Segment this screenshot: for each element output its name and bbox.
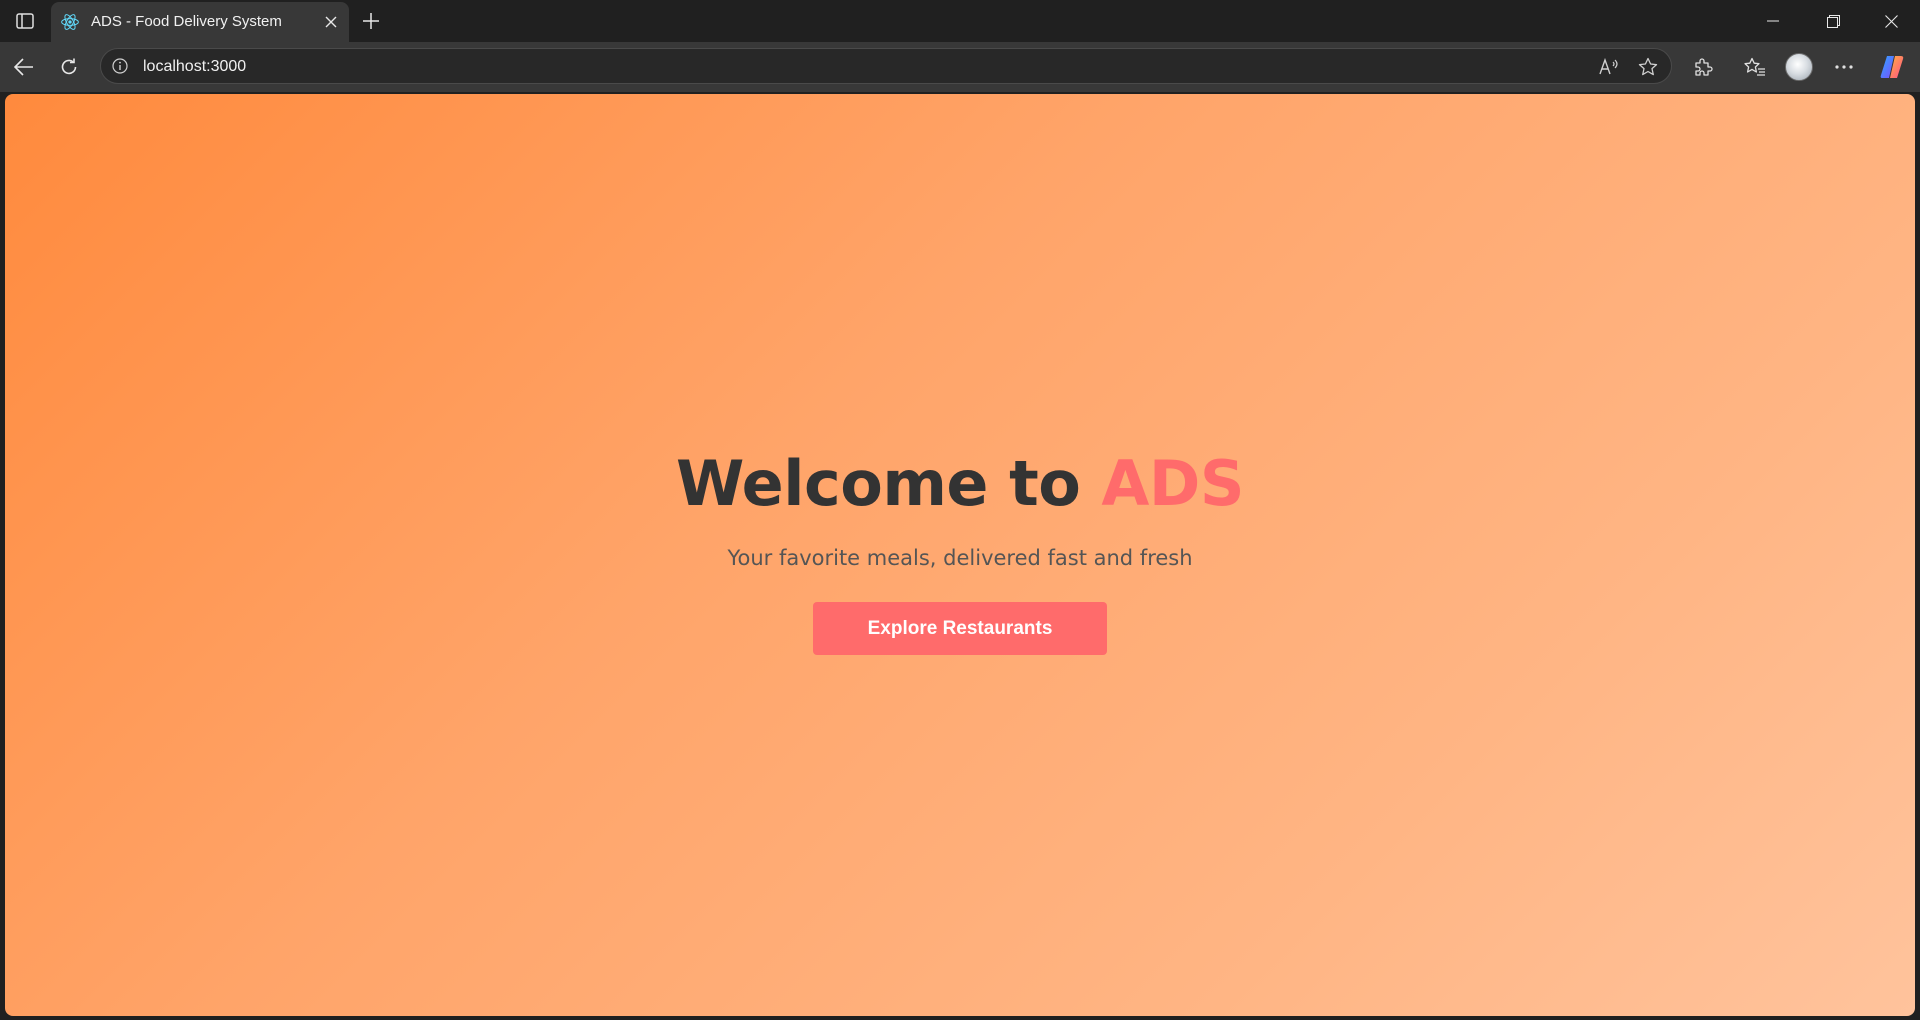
favorites-icon[interactable]: [1741, 53, 1769, 81]
tab-title: ADS - Food Delivery System: [91, 13, 282, 30]
profile-avatar[interactable]: [1785, 53, 1813, 81]
minimize-icon[interactable]: [1744, 0, 1802, 42]
info-icon[interactable]: [111, 57, 129, 75]
address-url[interactable]: localhost:3000: [143, 58, 246, 76]
page-viewport: Welcome to ADS Your favorite meals, deli…: [5, 94, 1915, 1016]
brand-name: ADS: [1101, 447, 1244, 520]
hero-section: Welcome to ADS Your favorite meals, deli…: [5, 94, 1915, 1016]
react-icon: [60, 12, 80, 32]
browser-tab-active[interactable]: ADS - Food Delivery System: [51, 2, 349, 42]
close-icon[interactable]: [1862, 0, 1920, 42]
browser-toolbar: localhost:3000: [0, 42, 1920, 92]
hero-title-prefix: Welcome to: [676, 447, 1081, 520]
explore-restaurants-button[interactable]: Explore Restaurants: [813, 602, 1107, 655]
address-bar[interactable]: localhost:3000: [100, 48, 1672, 84]
refresh-icon[interactable]: [55, 53, 83, 81]
extensions-icon[interactable]: [1689, 53, 1717, 81]
plus-icon[interactable]: [358, 8, 384, 34]
more-icon[interactable]: [1830, 53, 1858, 81]
close-icon[interactable]: [321, 12, 341, 32]
read-aloud-icon[interactable]: [1597, 55, 1621, 79]
favorite-star-icon[interactable]: [1636, 55, 1660, 79]
hero-title: Welcome to ADS: [676, 447, 1244, 520]
copilot-icon[interactable]: [1878, 53, 1906, 81]
browser-title-bar: ADS - Food Delivery System: [0, 0, 1920, 42]
back-icon[interactable]: [10, 53, 38, 81]
sidebar-toggle-icon[interactable]: [10, 9, 40, 33]
restore-icon[interactable]: [1804, 0, 1862, 42]
hero-subtitle: Your favorite meals, delivered fast and …: [727, 546, 1193, 570]
